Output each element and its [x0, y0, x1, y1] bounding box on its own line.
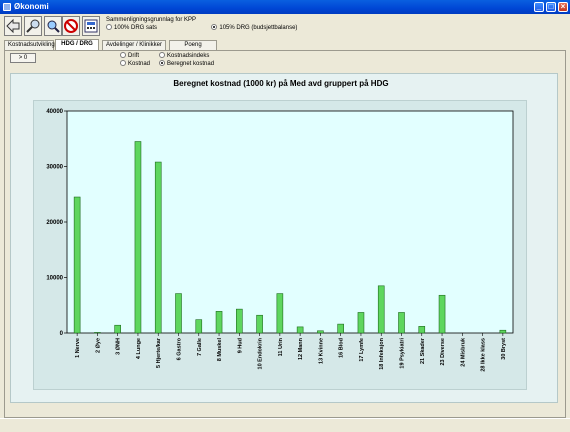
tab-kostnadsutvikling[interactable]: Kostnadsutvikling [4, 40, 55, 50]
bar [73, 196, 81, 334]
bar [418, 326, 426, 334]
x-tick-label: 16 Blod [339, 338, 345, 358]
bar [94, 332, 101, 334]
beregnet-kostnad-radio[interactable] [159, 60, 165, 66]
chart-area: Beregnet kostnad (1000 kr) på Med avd gr… [10, 73, 558, 403]
calc-options: Kostnadsindeks Beregnet kostnad [159, 52, 214, 68]
drift-label: Drift [128, 53, 139, 59]
basis-option2-label: 105% DRG (budsjettbalanse) [219, 25, 298, 31]
bar [317, 330, 324, 334]
bar [215, 311, 223, 334]
basis-option2-radio[interactable] [211, 24, 218, 30]
zoom-icon[interactable] [44, 16, 62, 36]
kostnadsindeks-label: Kostnadsindeks [167, 53, 210, 59]
x-tick-label: 12 Mann [298, 337, 304, 360]
x-tick-label: 10 Endokrin [258, 337, 264, 369]
y-tick-label: 40000 [46, 109, 63, 115]
x-tick-label: 28 Ikke klass [481, 338, 487, 372]
x-tick-label: 21 Skader [420, 337, 426, 364]
kostnad-radio[interactable] [120, 60, 126, 66]
bar [134, 141, 142, 334]
x-tick-label: 6 Gastro [177, 337, 183, 360]
bar [236, 308, 243, 334]
y-tick-label: 20000 [46, 220, 63, 226]
x-tick-label: 17 Lymfe [359, 338, 365, 362]
bar [499, 329, 507, 334]
chart-title: Beregnet kostnad (1000 kr) på Med avd gr… [173, 79, 389, 88]
basis-option1-label: 100% DRG sats [114, 25, 158, 31]
maximize-button[interactable]: □ [546, 2, 556, 12]
status-bar [0, 418, 570, 432]
x-tick-label: 8 Muskel [217, 338, 223, 362]
bar [398, 312, 405, 334]
measure-options: Drift Kostnad [120, 52, 150, 68]
x-tick-label: 11 Urin [278, 337, 284, 356]
x-tick-label: 7 Galle [197, 338, 203, 356]
bar [256, 314, 263, 334]
goto-button[interactable]: > 0 [10, 53, 36, 63]
kostnadsindeks-radio[interactable] [159, 52, 165, 58]
app-icon [3, 3, 11, 11]
x-tick-label: 19 Psykiatri [400, 338, 406, 369]
y-tick-label: 10000 [46, 276, 63, 282]
stop-icon[interactable] [62, 16, 80, 36]
bar [357, 312, 365, 334]
title-bar: Økonomi _ □ × [0, 0, 570, 14]
basis-label: Sammenligningsgrunnlag for KPP [106, 17, 197, 23]
x-tick-label: 9 Hud [237, 338, 243, 353]
x-tick-label: 24 Misbruk [460, 337, 466, 367]
bar [154, 161, 162, 334]
x-tick-label: 3 ØNH [116, 338, 122, 355]
calculator-icon[interactable] [82, 16, 100, 36]
bar [175, 293, 182, 334]
plot-area [66, 110, 514, 334]
bar [296, 326, 304, 334]
tab-poeng-opphold[interactable]: Poeng Opphold [169, 40, 217, 57]
chart-plot-frame: 0 10000 20000 30000 40000 1 Nerve 2 Øye 3 ØNH 4 … [33, 100, 527, 390]
tab-avdelinger[interactable]: Avdelinger / Klinikker [102, 40, 166, 50]
basis-option1-radio[interactable] [106, 24, 112, 30]
x-tick-label: 4 Lunge [136, 338, 142, 359]
tab-panel: > 0 Drift Kostnad Kostnadsindeks Beregne… [4, 50, 566, 418]
bar [195, 319, 203, 334]
bar [377, 285, 385, 334]
bar [438, 294, 446, 334]
drift-radio[interactable] [120, 52, 126, 58]
x-tick-label: 30 Bryst [501, 338, 507, 360]
x-tick-label: 5 Hjerte/kar [156, 337, 162, 368]
bar [276, 293, 284, 334]
tab-hdg-drg[interactable]: HDG / DRG [55, 39, 99, 50]
kostnad-label: Kostnad [128, 61, 151, 67]
bar [337, 323, 344, 334]
close-button[interactable]: × [558, 2, 568, 12]
magnifier-icon[interactable] [24, 16, 42, 36]
y-tick-label: 30000 [46, 165, 63, 171]
back-arrow-icon[interactable] [4, 16, 22, 36]
x-tick-label: 13 Kvinne [318, 338, 324, 364]
minimize-button[interactable]: _ [534, 2, 544, 12]
comparison-basis: Sammenligningsgrunnlag for KPP 100% DRG … [106, 17, 297, 31]
window-title: Økonomi [14, 2, 49, 11]
y-tick-label: 0 [60, 331, 64, 337]
x-tick-label: 1 Nerve [75, 338, 81, 358]
bar-chart: 0 10000 20000 30000 40000 1 Nerve 2 Øye 3 ØNH 4 … [46, 109, 514, 372]
bar [114, 324, 121, 334]
beregnet-kostnad-label: Beregnet kostnad [167, 61, 215, 67]
x-tick-label: 2 Øye [95, 338, 101, 353]
x-tick-label: 18 Infeksjon [379, 337, 385, 369]
x-tick-label: 23 Diverse [440, 338, 446, 366]
